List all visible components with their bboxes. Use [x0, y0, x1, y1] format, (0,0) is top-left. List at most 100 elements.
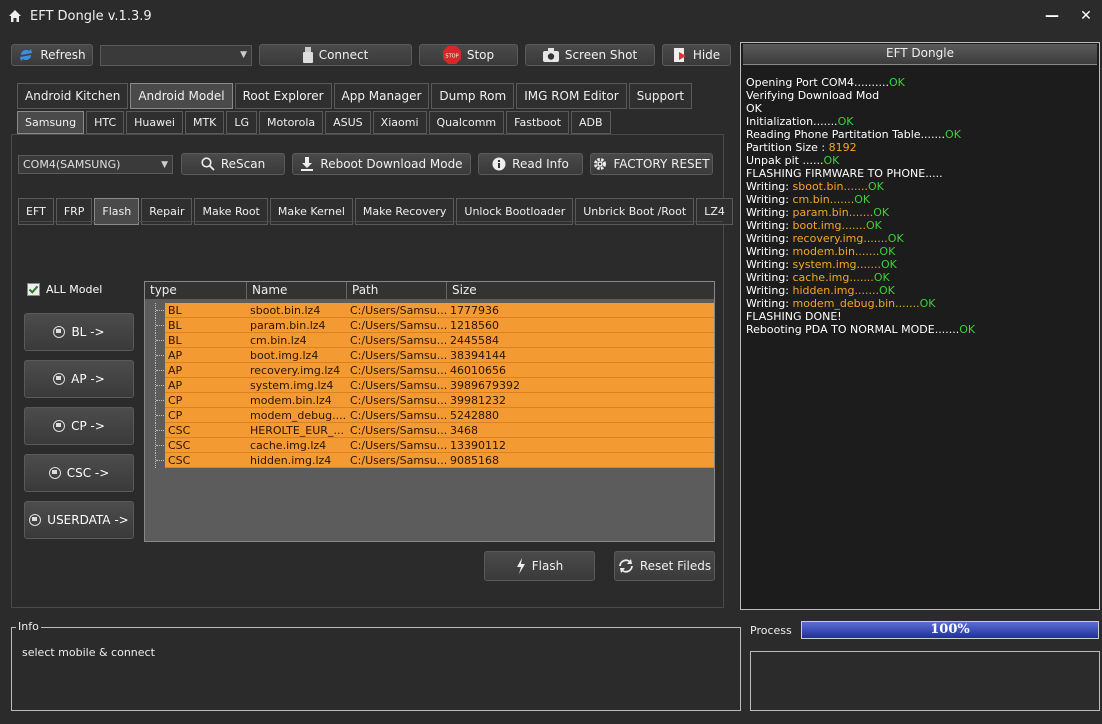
log-segment: OK	[854, 193, 871, 206]
hide-button[interactable]: Hide	[662, 44, 731, 66]
side-button-label: USERDATA ->	[47, 513, 129, 527]
folder-icon	[29, 514, 42, 526]
column-header-name[interactable]: Name	[247, 282, 347, 299]
side-button-csc[interactable]: CSC ->	[24, 454, 134, 492]
hide-icon	[673, 47, 687, 63]
log-segment: OK	[873, 206, 890, 219]
column-header-size[interactable]: Size	[447, 282, 714, 299]
port-select[interactable]: ▼	[100, 45, 252, 66]
connect-button[interactable]: Connect	[259, 44, 412, 66]
flash-button[interactable]: Flash	[484, 551, 595, 581]
cell-size: 39981232	[450, 394, 506, 407]
table-row[interactable]: AP recovery.img.lz4 C:/Users/Samsu... 46010…	[165, 363, 714, 378]
log-panel[interactable]: EFT Dongle Opening Port COM4..........OK…	[740, 42, 1100, 610]
table-header: type Name Path Size	[145, 282, 714, 299]
table-row[interactable]: AP boot.img.lz4 C:/Users/Samsu... 38394144	[165, 348, 714, 363]
cell-path: C:/Users/Samsu...	[350, 364, 447, 377]
brand-tab-lg[interactable]: LG	[226, 111, 258, 134]
stop-button[interactable]: STOP Stop	[419, 44, 518, 66]
cell-size: 13390112	[450, 439, 506, 452]
tree-connector	[155, 438, 165, 453]
refresh-icon	[18, 47, 34, 63]
process-output	[750, 651, 1100, 711]
info-icon	[492, 157, 506, 171]
table-row[interactable]: BL sboot.bin.lz4 C:/Users/Samsu... 1777936	[165, 303, 714, 318]
tree-connector	[155, 363, 165, 378]
device-port-select[interactable]: COM4(SAMSUNG) ▼	[18, 155, 173, 174]
log-segment: Writing:	[746, 180, 793, 193]
brand-tab-motorola[interactable]: Motorola	[259, 111, 324, 134]
cell-path: C:/Users/Samsu...	[350, 334, 447, 347]
log-segment: system.img.......	[792, 258, 882, 271]
column-header-type[interactable]: type	[145, 282, 247, 299]
brand-tab-asus[interactable]: ASUS	[325, 111, 371, 134]
brand-tab-xiaomi[interactable]: Xiaomi	[372, 111, 427, 134]
factory-reset-label: FACTORY RESET	[613, 157, 710, 171]
table-row[interactable]: CSC cache.img.lz4 C:/Users/Samsu... 1339011…	[165, 438, 714, 453]
screenshot-button[interactable]: Screen Shot	[525, 44, 655, 66]
cell-size: 9085168	[450, 454, 499, 467]
flash-file-table[interactable]: type Name Path Size BL sboot.bin.lz4 C:/Us…	[144, 281, 715, 542]
log-line: Unpak pit ......OK	[746, 154, 975, 167]
side-button-label: CSC ->	[66, 466, 110, 480]
refresh-button[interactable]: Refresh	[11, 44, 93, 66]
side-button-label: BL ->	[71, 325, 105, 339]
table-row[interactable]: CP modem_debug.... C:/Users/Samsu... 524288…	[165, 408, 714, 423]
brand-tab-samsung[interactable]: Samsung	[17, 111, 85, 134]
log-segment: Writing:	[746, 284, 793, 297]
table-row[interactable]: AP system.img.lz4 C:/Users/Samsu... 3989679…	[165, 378, 714, 393]
log-line: OK	[746, 102, 975, 115]
table-row[interactable]: CSC hidden.img.lz4 C:/Users/Samsu... 908516…	[165, 453, 714, 468]
tab-dump-rom[interactable]: Dump Rom	[431, 83, 515, 109]
flash-label: Flash	[531, 559, 564, 573]
gear-icon	[593, 157, 607, 171]
brand-tab-mtk[interactable]: MTK	[184, 111, 225, 134]
log-segment: Verifying Download Mod	[746, 89, 880, 102]
side-button-ap[interactable]: AP ->	[24, 360, 134, 398]
table-row[interactable]: BL param.bin.lz4 C:/Users/Samsu... 1218560	[165, 318, 714, 333]
cell-type: CSC	[168, 454, 191, 467]
brand-tab-qualcomm[interactable]: Qualcomm	[428, 111, 505, 134]
tab-support[interactable]: Support	[628, 83, 693, 109]
cell-path: C:/Users/Samsu...	[350, 379, 447, 392]
tab-android-model[interactable]: Android Model	[130, 83, 233, 109]
cell-path: C:/Users/Samsu...	[350, 349, 447, 362]
column-header-path[interactable]: Path	[347, 282, 447, 299]
table-row[interactable]: CP modem.bin.lz4 C:/Users/Samsu... 39981232	[165, 393, 714, 408]
brand-tab-htc[interactable]: HTC	[86, 111, 125, 134]
reset-fields-button[interactable]: Reset Fileds	[614, 551, 715, 581]
svg-text:STOP: STOP	[445, 54, 458, 60]
read-info-button[interactable]: Read Info	[478, 153, 583, 175]
side-button-userdata[interactable]: USERDATA ->	[24, 501, 134, 539]
table-row[interactable]: BL cm.bin.lz4 C:/Users/Samsu... 2445584	[165, 333, 714, 348]
brand-tab-huawei[interactable]: Huawei	[126, 111, 183, 134]
cell-type: BL	[168, 304, 182, 317]
side-button-cp[interactable]: CP ->	[24, 407, 134, 445]
tab-android-kitchen[interactable]: Android Kitchen	[17, 83, 129, 109]
all-model-label: ALL Model	[46, 283, 103, 296]
log-segment: OK	[867, 180, 884, 193]
log-line: Writing: modem_debug.bin.......OK	[746, 297, 975, 310]
stop-icon: STOP	[442, 46, 461, 64]
log-segment: OK	[888, 76, 905, 89]
side-button-bl[interactable]: BL ->	[24, 313, 134, 351]
cell-path: C:/Users/Samsu...	[350, 439, 447, 452]
all-model-checkbox[interactable]	[27, 283, 40, 296]
minimize-button[interactable]: —	[1041, 6, 1063, 26]
close-button[interactable]: ✕	[1075, 6, 1097, 26]
factory-reset-button[interactable]: FACTORY RESET	[590, 153, 713, 175]
tab-app-manager[interactable]: App Manager	[333, 83, 430, 109]
info-box	[11, 627, 741, 711]
log-line: Partition Size : 8192	[746, 141, 975, 154]
brand-tab-fastboot[interactable]: Fastboot	[506, 111, 570, 134]
info-text: select mobile & connect	[22, 646, 155, 659]
brand-tab-adb[interactable]: ADB	[571, 111, 611, 134]
rescan-button[interactable]: ReScan	[181, 153, 285, 175]
tab-img-rom-editor[interactable]: IMG ROM Editor	[516, 83, 627, 109]
chevron-down-icon: ▼	[240, 50, 247, 60]
tab-root-explorer[interactable]: Root Explorer	[234, 83, 332, 109]
reboot-download-button[interactable]: Reboot Download Mode	[292, 153, 471, 175]
cell-path: C:/Users/Samsu...	[350, 304, 447, 317]
table-row[interactable]: CSC HEROLTE_EUR_... C:/Users/Samsu... 3468	[165, 423, 714, 438]
window-title: EFT Dongle v.1.3.9	[30, 9, 152, 24]
